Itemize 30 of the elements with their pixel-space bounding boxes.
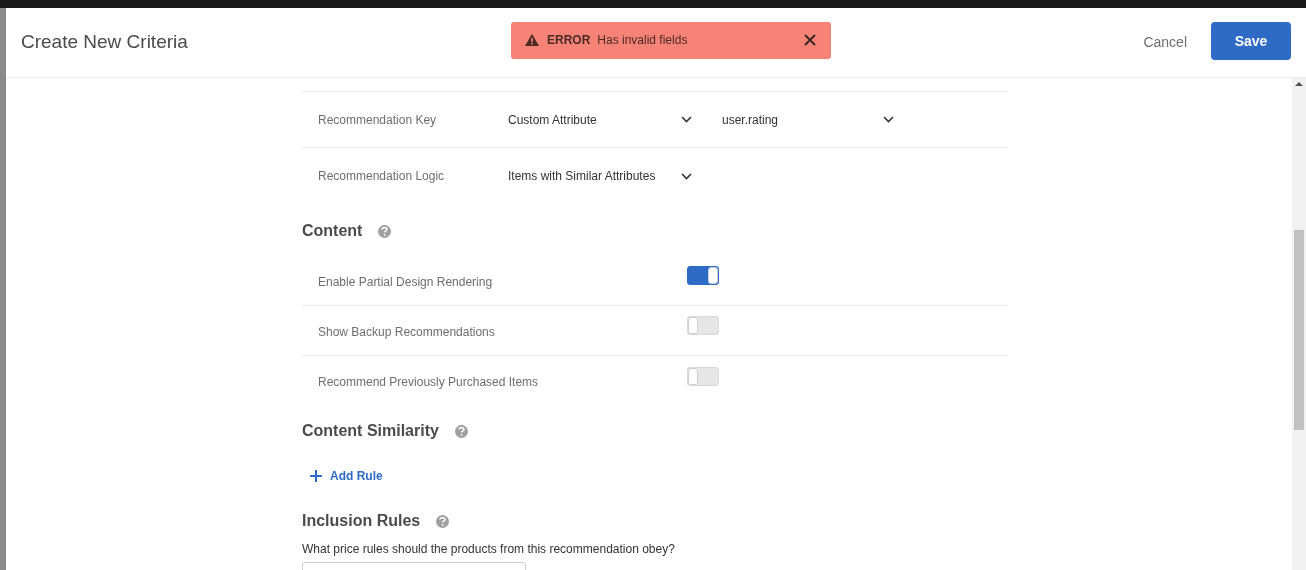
toggle-label: Recommend Previously Purchased Items <box>318 374 540 391</box>
toggle-label: Enable Partial Design Rendering <box>318 273 494 291</box>
alert-label: ERROR <box>547 32 591 49</box>
setting-label: Recommendation Key <box>318 111 438 129</box>
help-icon[interactable] <box>378 224 392 238</box>
cancel-button[interactable]: Cancel <box>1143 32 1187 53</box>
section-heading: Content Similarity <box>302 421 439 441</box>
dropdown[interactable]: Custom Attribute <box>508 110 694 129</box>
chevron-icon <box>681 172 692 180</box>
dialog-title: Create New Criteria <box>21 30 189 55</box>
help-icon[interactable] <box>454 424 468 438</box>
dropdown[interactable]: user.rating <box>722 110 896 129</box>
close-icon <box>804 34 816 46</box>
close-button[interactable] <box>803 33 817 47</box>
setting-label: Recommendation Logic <box>318 168 446 185</box>
warning-icon <box>525 34 539 46</box>
scrollbar[interactable] <box>1292 78 1306 570</box>
section-heading: Content <box>302 221 363 241</box>
save-button[interactable]: Save <box>1211 22 1291 60</box>
dropdown[interactable]: Items with Similar Attributes <box>508 167 694 185</box>
chevron-icon <box>883 116 894 123</box>
question-text: What price rules should the products from this recommendation obey? <box>302 541 676 558</box>
section-heading: Inclusion Rules <box>302 511 421 531</box>
add-rule-button[interactable]: Add Rule <box>310 456 383 496</box>
toggle-switch[interactable] <box>687 266 719 285</box>
plus-icon <box>310 470 322 482</box>
help-icon[interactable] <box>436 514 450 528</box>
toggle-label: Show Backup Recommendations <box>318 323 496 341</box>
alert-message: Has invalid fields <box>597 32 689 49</box>
chevron-icon <box>681 116 692 123</box>
